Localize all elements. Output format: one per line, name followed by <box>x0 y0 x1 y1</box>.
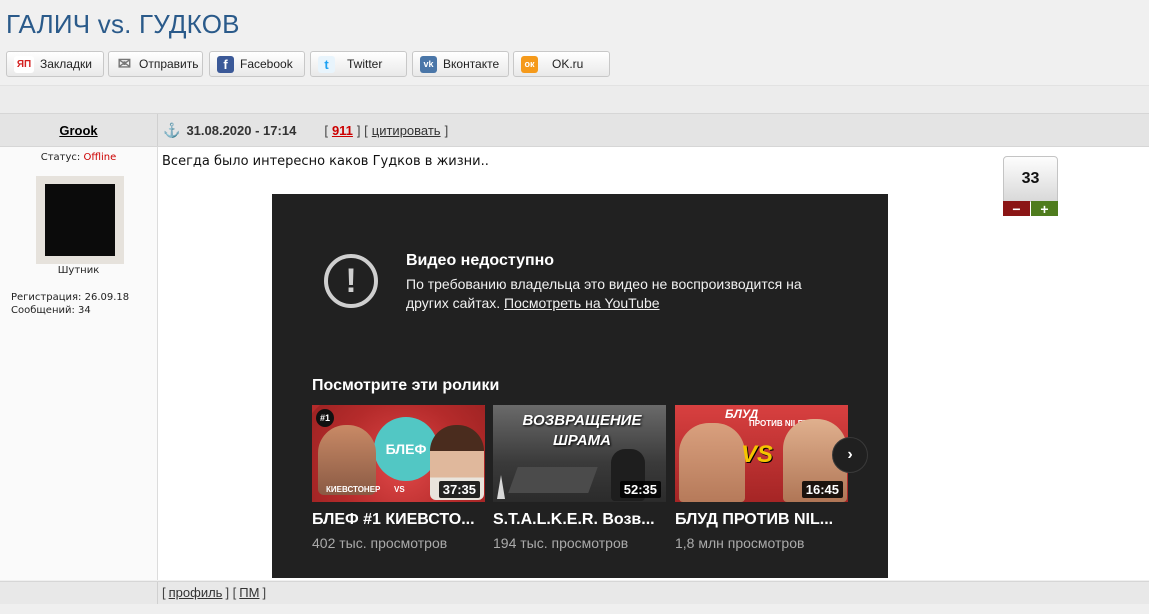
thumbnail-vs: VS <box>394 485 405 494</box>
thumbnail-logo-mark <box>497 475 505 499</box>
bracket-open: [ <box>324 122 328 138</box>
suggested-video-card[interactable]: ВОЗВРАЩЕНИЕ ШРАМА 52:35 S.T.A.L.K.E.R. В… <box>493 405 666 551</box>
separator-band <box>0 85 1149 114</box>
watch-on-youtube-link[interactable]: Посмотреть на YouTube <box>504 295 660 311</box>
video-views: 1,8 млн просмотров <box>675 535 805 551</box>
odnoklassniki-icon: ок <box>521 55 538 73</box>
post-footer: [профиль] [ПМ] <box>0 581 1149 605</box>
video-title[interactable]: БЛУД ПРОТИВ NIL... <box>675 511 848 529</box>
facebook-button[interactable]: f Facebook <box>209 51 305 77</box>
facebook-icon: f <box>217 55 234 73</box>
thumbnail-fighter-left <box>679 423 745 502</box>
video-views: 402 тыс. просмотров <box>312 535 448 551</box>
suggested-videos-title: Посмотрите эти ролики <box>312 377 500 394</box>
video-duration: 16:45 <box>801 481 843 498</box>
post-body: Статус: Offline Шутник Регистрация: 26.0… <box>0 147 1149 580</box>
avatar-black-square <box>45 184 115 256</box>
twitter-button[interactable]: t Twitter <box>310 51 407 77</box>
twitter-icon: t <box>318 55 335 73</box>
ok-label: OK.ru <box>552 57 584 71</box>
suggested-video-card[interactable]: БЛЕФ #1 КИЕВСТОНЕР VS ТО 37:35 БЛЕФ #1 К… <box>312 405 485 551</box>
bottom-band <box>0 604 1149 614</box>
thumbnail-title-text: ВОЗВРАЩЕНИЕ ШРАМА <box>522 412 642 449</box>
send-label: Отправить <box>139 57 199 71</box>
video-title[interactable]: S.T.A.L.K.E.R. Возв... <box>493 511 666 529</box>
envelope-icon: ✉ <box>117 56 132 73</box>
author-cell: Grook <box>0 114 158 146</box>
rating-minus-button[interactable]: − <box>1003 201 1030 217</box>
vkontakte-label: Вконтакте <box>443 57 500 71</box>
thumbnail-badge: #1 <box>316 409 334 427</box>
ok-button[interactable]: ок OK.ru <box>513 51 610 77</box>
vkontakte-button[interactable]: vk Вконтакте <box>412 51 509 77</box>
footer-author-cell <box>0 582 158 604</box>
video-title[interactable]: БЛЕФ #1 КИЕВСТО... <box>312 511 485 529</box>
footer-links: [профиль] [ПМ] <box>162 585 266 600</box>
thumbnail-caption: КИЕВСТОНЕР <box>326 485 381 494</box>
post-date: 31.08.2020 - 17:14 <box>186 122 297 138</box>
thumbnail-vs: VS <box>741 441 774 468</box>
twitter-label: Twitter <box>347 57 383 71</box>
user-rank: Шутник <box>57 265 100 276</box>
yap-bookmarks-icon: ЯП <box>14 55 34 73</box>
send-button[interactable]: ✉ Отправить <box>108 51 203 77</box>
embedded-video-player[interactable]: ! Видео недоступно По требованию владель… <box>272 194 888 578</box>
video-duration: 52:35 <box>619 481 661 498</box>
video-unavailable-title: Видео недоступно <box>406 252 555 269</box>
next-arrow-icon[interactable]: › <box>832 437 868 473</box>
message-count: Сообщений: 34 <box>11 305 91 316</box>
post-meta: ⚓ 31.08.2020 - 17:14 [ 911 ] [ цитироват… <box>163 114 448 146</box>
video-duration: 37:35 <box>438 481 480 498</box>
user-registration-info: Регистрация: 26.09.18 Сообщений: 34 <box>11 291 129 317</box>
status-value: Offline <box>83 152 117 163</box>
pm-link[interactable]: ПМ <box>239 585 259 600</box>
rating-count: 33 <box>1003 156 1058 202</box>
post-text: Всегда было интересно каков Гудков в жиз… <box>162 154 489 169</box>
bracket-sep: ] [ <box>356 122 368 138</box>
thumbnail-logo: БЛЕФ <box>374 417 438 481</box>
bracket-sep: ] [ <box>225 585 237 600</box>
suggested-video-card[interactable]: БЛУД ПРОТИВ NILETTO VS 16:45 БЛУД ПРОТИВ… <box>675 405 848 551</box>
bracket-open: [ <box>162 585 166 600</box>
quote-link[interactable]: цитировать <box>372 123 441 138</box>
profile-link[interactable]: профиль <box>169 585 223 600</box>
facebook-label: Facebook <box>240 57 293 71</box>
user-status: Статус: Offline <box>0 152 157 163</box>
video-thumbnail: БЛЕФ #1 КИЕВСТОНЕР VS ТО 37:35 <box>312 405 485 502</box>
bracket-close: ] <box>262 585 267 600</box>
vk-icon: vk <box>420 55 437 73</box>
anchor-icon[interactable]: ⚓ <box>163 122 180 139</box>
post-number-link[interactable]: 911 <box>332 123 353 138</box>
video-thumbnail: ВОЗВРАЩЕНИЕ ШРАМА 52:35 <box>493 405 666 502</box>
author-name-link[interactable]: Grook <box>59 123 97 138</box>
bookmarks-button[interactable]: ЯП Закладки <box>6 51 104 77</box>
video-thumbnail: БЛУД ПРОТИВ NILETTO VS 16:45 <box>675 405 848 502</box>
rating-widget: 33 − + <box>1003 156 1058 217</box>
avatar[interactable] <box>36 176 124 264</box>
video-views: 194 тыс. просмотров <box>493 535 629 551</box>
thumbnail-ruins <box>508 467 598 493</box>
rating-plus-button[interactable]: + <box>1031 201 1058 217</box>
status-label: Статус: <box>40 152 81 163</box>
warning-icon: ! <box>324 254 378 308</box>
bracket-close: ] <box>444 122 449 138</box>
user-info-column: Статус: Offline Шутник Регистрация: 26.0… <box>0 147 158 580</box>
registration-date: Регистрация: 26.09.18 <box>11 292 130 303</box>
page-title: ГАЛИЧ vs. ГУДКОВ <box>6 9 240 39</box>
video-unavailable-message: По требованию владельца это видео не вос… <box>406 275 846 313</box>
bookmarks-label: Закладки <box>40 57 92 71</box>
post-header: Grook ⚓ 31.08.2020 - 17:14 [ 911 ] [ цит… <box>0 113 1149 147</box>
